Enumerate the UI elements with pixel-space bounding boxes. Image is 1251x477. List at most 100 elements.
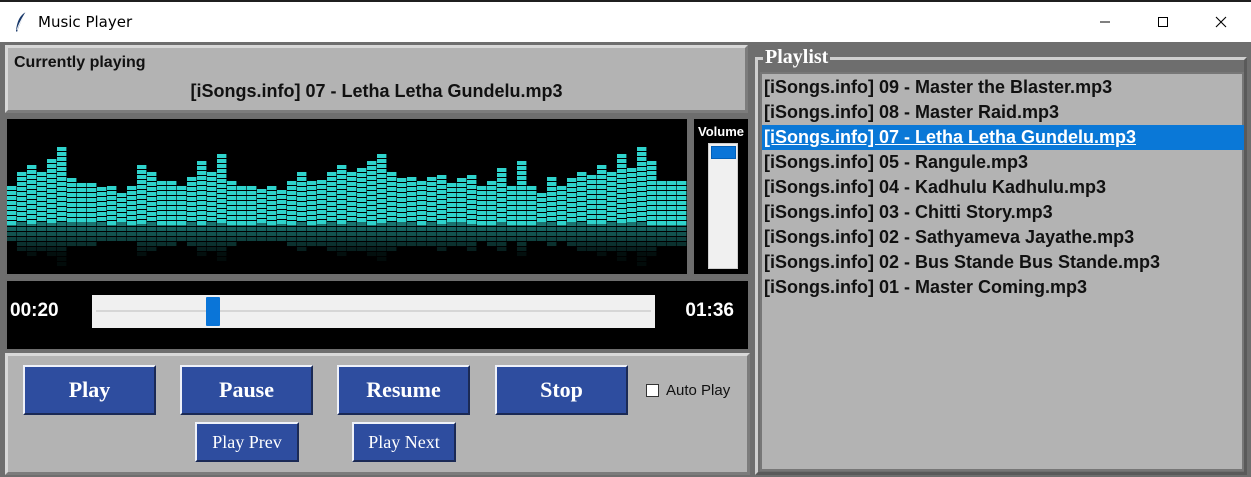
volume-panel: Volume bbox=[692, 117, 750, 276]
visualizer-bar bbox=[487, 181, 497, 246]
visualizer-bar bbox=[577, 172, 587, 251]
close-button[interactable] bbox=[1192, 2, 1250, 42]
feather-icon bbox=[16, 11, 27, 32]
window-title: Music Player bbox=[38, 13, 133, 31]
visualizer-bar bbox=[647, 161, 657, 256]
visualizer-bar bbox=[387, 172, 397, 251]
visualizer-bar bbox=[107, 186, 117, 241]
controls-panel: Play Pause Resume Stop Auto Play Play Pr… bbox=[5, 353, 750, 475]
visualizer-bar bbox=[287, 181, 297, 246]
visualizer-bar bbox=[367, 161, 377, 256]
visualizer-bar bbox=[407, 177, 417, 246]
visualizer-bar bbox=[127, 186, 137, 241]
visualizer-bar bbox=[507, 186, 517, 241]
title-bar: Music Player bbox=[0, 0, 1251, 42]
visualizer-bar bbox=[87, 183, 97, 246]
visualizer-bar bbox=[537, 193, 547, 241]
visualizer-bar bbox=[137, 165, 147, 256]
stop-button[interactable]: Stop bbox=[495, 365, 628, 415]
visualizer-bar bbox=[297, 172, 307, 251]
minimize-button[interactable] bbox=[1076, 2, 1134, 42]
playlist-listbox[interactable]: [iSongs.info] 09 - Master the Blaster.mp… bbox=[760, 72, 1244, 471]
visualizer-bar bbox=[47, 159, 57, 256]
playlist-title: Playlist bbox=[763, 45, 831, 69]
now-playing-label: Currently playing bbox=[14, 54, 146, 71]
visualizer-bar bbox=[167, 181, 177, 246]
visualizer-bar bbox=[247, 186, 257, 241]
visualizer-bar bbox=[117, 193, 127, 241]
maximize-icon bbox=[1158, 17, 1168, 27]
audio-visualizer bbox=[5, 117, 689, 276]
visualizer-bar bbox=[57, 147, 67, 266]
visualizer-bar bbox=[237, 186, 247, 241]
pause-button[interactable]: Pause bbox=[180, 365, 313, 415]
visualizer-bar bbox=[227, 181, 237, 246]
visualizer-bar bbox=[427, 177, 437, 246]
minimize-icon bbox=[1100, 21, 1110, 23]
visualizer-bar bbox=[467, 175, 477, 251]
visualizer-bar bbox=[77, 183, 87, 246]
visualizer-bar bbox=[147, 172, 157, 251]
playlist-item[interactable]: [iSongs.info] 03 - Chitti Story.mp3 bbox=[762, 200, 1244, 225]
visualizer-bar bbox=[257, 189, 267, 241]
visualizer-bar bbox=[617, 154, 627, 261]
visualizer-bar bbox=[27, 165, 37, 256]
visualizer-bar bbox=[267, 186, 277, 241]
visualizer-bar bbox=[7, 186, 17, 241]
playlist-item[interactable]: [iSongs.info] 04 - Kadhulu Kadhulu.mp3 bbox=[762, 175, 1244, 200]
visualizer-bar bbox=[557, 186, 567, 241]
autoplay-label: Auto Play bbox=[666, 382, 731, 399]
visualizer-bar bbox=[597, 165, 607, 256]
playlist-item[interactable]: [iSongs.info] 02 - Bus Stande Bus Stande… bbox=[762, 250, 1244, 275]
maximize-button[interactable] bbox=[1134, 2, 1192, 42]
playlist-item[interactable]: [iSongs.info] 08 - Master Raid.mp3 bbox=[762, 100, 1244, 125]
visualizer-bar bbox=[657, 181, 667, 246]
visualizer-bar bbox=[67, 178, 77, 246]
visualizer-bar bbox=[477, 186, 487, 241]
visualizer-bar bbox=[627, 168, 637, 251]
visualizer-bar bbox=[197, 161, 207, 256]
visualizer-bar bbox=[527, 186, 537, 241]
visualizer-bar bbox=[187, 177, 197, 246]
volume-slider-thumb[interactable] bbox=[711, 146, 736, 159]
seek-slider[interactable] bbox=[92, 295, 655, 328]
visualizer-bar bbox=[207, 172, 217, 251]
visualizer-bar bbox=[667, 181, 677, 246]
playlist-item[interactable]: [iSongs.info] 02 - Sathyameva Jayathe.mp… bbox=[762, 225, 1244, 250]
now-playing-panel: Currently playing [iSongs.info] 07 - Let… bbox=[5, 45, 748, 113]
playlist-item[interactable]: [iSongs.info] 09 - Master the Blaster.mp… bbox=[762, 75, 1244, 100]
seek-slider-groove bbox=[96, 310, 651, 312]
visualizer-bar bbox=[337, 165, 347, 256]
visualizer-bar bbox=[157, 181, 167, 246]
visualizer-bar bbox=[347, 172, 357, 251]
visualizer-bars bbox=[7, 147, 687, 266]
playlist-item[interactable]: [iSongs.info] 07 - Letha Letha Gundelu.m… bbox=[762, 125, 1244, 150]
close-icon bbox=[1215, 16, 1227, 28]
visualizer-bar bbox=[17, 172, 27, 251]
visualizer-bar bbox=[607, 172, 617, 251]
play-button[interactable]: Play bbox=[23, 365, 156, 415]
play-next-button[interactable]: Play Next bbox=[352, 422, 456, 462]
visualizer-bar bbox=[437, 175, 447, 251]
resume-button[interactable]: Resume bbox=[337, 365, 470, 415]
visualizer-bar bbox=[567, 178, 577, 246]
visualizer-bar bbox=[497, 168, 507, 251]
now-playing-song: [iSongs.info] 07 - Letha Letha Gundelu.m… bbox=[190, 81, 563, 101]
visualizer-bar bbox=[637, 147, 647, 266]
volume-slider[interactable] bbox=[708, 143, 738, 269]
visualizer-bar bbox=[317, 180, 327, 246]
playlist-item[interactable]: [iSongs.info] 05 - Rangule.mp3 bbox=[762, 150, 1244, 175]
visualizer-bar bbox=[417, 181, 427, 246]
seek-slider-thumb[interactable] bbox=[206, 297, 220, 326]
visualizer-bar bbox=[447, 183, 457, 246]
play-prev-button[interactable]: Play Prev bbox=[195, 422, 299, 462]
autoplay-toggle[interactable]: Auto Play bbox=[646, 382, 730, 399]
current-time: 00:20 bbox=[10, 300, 59, 321]
volume-label: Volume bbox=[698, 124, 744, 139]
playlist-item[interactable]: [iSongs.info] 01 - Master Coming.mp3 bbox=[762, 275, 1244, 300]
autoplay-checkbox[interactable] bbox=[646, 384, 659, 397]
visualizer-bar bbox=[327, 172, 337, 251]
visualizer-bar bbox=[677, 181, 687, 246]
visualizer-bar bbox=[277, 190, 287, 241]
visualizer-bar bbox=[377, 154, 387, 261]
